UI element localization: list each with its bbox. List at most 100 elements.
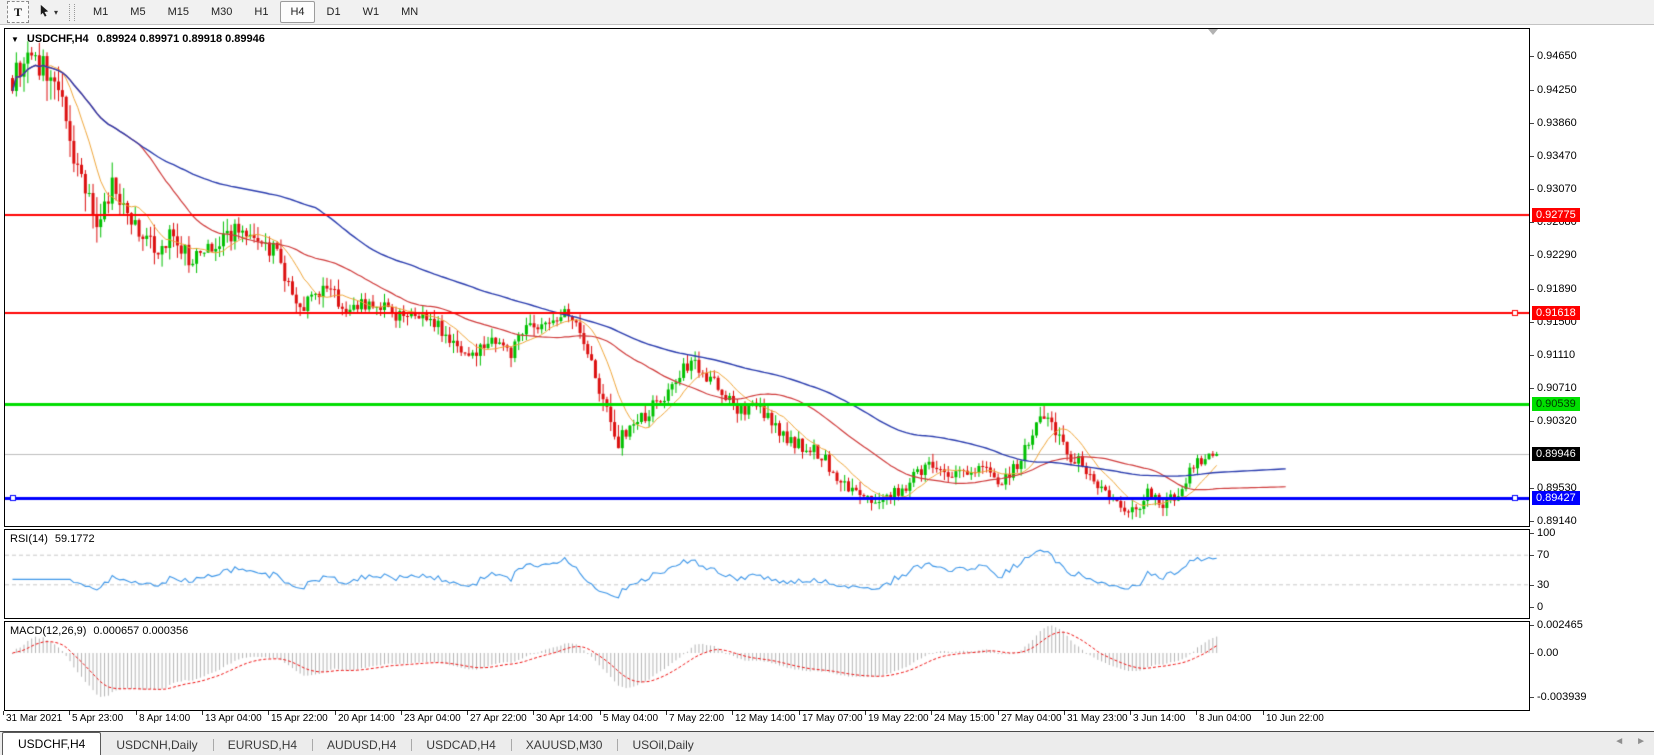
time-axis-tick bbox=[799, 711, 800, 715]
timeframe-button-h1[interactable]: H1 bbox=[244, 1, 278, 23]
chart-tab-eurusd-h4[interactable]: EURUSD,H4 bbox=[212, 735, 312, 755]
time-axis-label: 23 Apr 04:00 bbox=[404, 713, 461, 724]
arrow-tool-icon bbox=[38, 4, 51, 20]
time-axis-tick bbox=[600, 711, 601, 715]
time-axis-tick bbox=[732, 711, 733, 715]
price-level-badge: 0.90539 bbox=[1532, 397, 1580, 411]
time-axis-label: 13 Apr 04:00 bbox=[205, 713, 262, 724]
time-axis-label: 8 Jun 04:00 bbox=[1199, 713, 1252, 724]
timeframe-button-w1[interactable]: W1 bbox=[353, 1, 390, 23]
rsi-axis[interactable]: 100 70 30 0 bbox=[1530, 527, 1654, 619]
chart-ohlc-values: 0.89924 0.89971 0.89918 0.89946 bbox=[96, 33, 265, 45]
macd-current-values: 0.000657 0.000356 bbox=[93, 625, 189, 637]
rsi-canvas[interactable] bbox=[5, 530, 1529, 618]
chevron-down-icon: ▾ bbox=[54, 7, 59, 17]
macd-tick-label: 0.00 bbox=[1530, 647, 1558, 660]
time-axis-tick bbox=[666, 711, 667, 715]
time-axis-tick bbox=[401, 711, 402, 715]
tab-scroll-right-icon[interactable]: ► bbox=[1636, 736, 1646, 747]
tab-scroll-left-icon[interactable]: ◄ bbox=[1614, 736, 1624, 747]
text-tool-button[interactable]: T bbox=[7, 1, 29, 23]
time-axis-label: 19 May 22:00 bbox=[868, 713, 929, 724]
price-level-badge: 0.91618 bbox=[1532, 306, 1580, 320]
time-axis-label: 31 Mar 2021 bbox=[6, 713, 63, 724]
time-axis-label: 31 May 23:00 bbox=[1067, 713, 1128, 724]
price-tick-label: 0.90710 bbox=[1530, 382, 1577, 395]
chart-tab-usdchf-h4[interactable]: USDCHF,H4 bbox=[2, 732, 102, 755]
arrow-objects-button[interactable]: ▾ bbox=[33, 2, 63, 22]
time-axis-label: 24 May 15:00 bbox=[934, 713, 995, 724]
chart-tab-usdcnh-daily[interactable]: USDCNH,Daily bbox=[101, 735, 212, 755]
time-axis-tick bbox=[3, 711, 4, 715]
rsi-name: RSI(14) bbox=[10, 533, 48, 545]
macd-tick-label: 0.002465 bbox=[1530, 619, 1583, 632]
timeframe-button-m1[interactable]: M1 bbox=[83, 1, 118, 23]
macd-axis[interactable]: 0.002465 0.00 -0.003939 bbox=[1530, 619, 1654, 711]
time-axis-label: 12 May 14:00 bbox=[735, 713, 796, 724]
toolbar-grip bbox=[69, 3, 76, 21]
time-axis-label: 10 Jun 22:00 bbox=[1266, 713, 1324, 724]
time-axis-label: 5 May 04:00 bbox=[603, 713, 659, 724]
rsi-tick-label: 30 bbox=[1530, 579, 1549, 592]
rsi-tick-label: 100 bbox=[1530, 527, 1555, 540]
macd-tick-label: -0.003939 bbox=[1530, 691, 1587, 704]
rsi-current-value: 59.1772 bbox=[54, 533, 95, 545]
chart-shift-marker-icon[interactable] bbox=[1208, 29, 1218, 35]
price-axis[interactable]: 0.94650 0.94250 0.93860 0.93470 0.93070 0.926… bbox=[1530, 28, 1654, 527]
time-axis-label: 8 Apr 14:00 bbox=[139, 713, 191, 724]
chart-title: ▼ USDCHF,H4 0.89924 0.89971 0.89918 0.89… bbox=[11, 33, 265, 45]
macd-label: MACD(12,26,9) 0.000657 0.000356 bbox=[10, 625, 188, 637]
price-tick-label: 0.93860 bbox=[1530, 117, 1577, 130]
time-axis-tick bbox=[865, 711, 866, 715]
chart-tab-usdcad-h4[interactable]: USDCAD,H4 bbox=[411, 735, 510, 755]
time-axis-tick bbox=[335, 711, 336, 715]
time-axis-tick bbox=[998, 711, 999, 715]
timeframe-button-m5[interactable]: M5 bbox=[120, 1, 155, 23]
macd-indicator-pane[interactable]: MACD(12,26,9) 0.000657 0.000356 bbox=[4, 621, 1530, 711]
chart-tab-usoil-daily[interactable]: USOil,Daily bbox=[617, 735, 708, 755]
price-level-badge: 0.92775 bbox=[1532, 208, 1580, 222]
time-axis-label: 20 Apr 14:00 bbox=[338, 713, 395, 724]
rsi-tick-label: 0 bbox=[1530, 601, 1543, 614]
time-axis-label: 15 Apr 22:00 bbox=[271, 713, 328, 724]
chart-tab-xauusd-m30[interactable]: XAUUSD,M30 bbox=[510, 735, 618, 755]
time-axis-tick bbox=[931, 711, 932, 715]
price-tick-label: 0.93070 bbox=[1530, 183, 1577, 196]
time-axis-tick bbox=[202, 711, 203, 715]
timeframe-button-mn[interactable]: MN bbox=[391, 1, 428, 23]
time-axis-tick bbox=[1263, 711, 1264, 715]
macd-canvas[interactable] bbox=[5, 622, 1529, 710]
time-axis-tick bbox=[69, 711, 70, 715]
chart-tab-audusd-h4[interactable]: AUDUSD,H4 bbox=[312, 735, 411, 755]
chart-tab-bar: USDCHF,H4 USDCNH,Daily EURUSD,H4 AUDUSD,H4 U… bbox=[0, 731, 1654, 755]
timeframe-button-h4[interactable]: H4 bbox=[280, 1, 315, 23]
chart-symbol-title: USDCHF,H4 bbox=[26, 33, 89, 45]
timeframe-button-d1[interactable]: D1 bbox=[317, 1, 351, 23]
time-axis-tick bbox=[268, 711, 269, 715]
time-axis-label: 3 Jun 14:00 bbox=[1133, 713, 1186, 724]
price-chart-canvas[interactable] bbox=[5, 29, 1529, 526]
price-tick-label: 0.94250 bbox=[1530, 84, 1577, 97]
price-tick-label: 0.90320 bbox=[1530, 415, 1577, 428]
time-axis-tick bbox=[1196, 711, 1197, 715]
time-axis-label: 30 Apr 14:00 bbox=[536, 713, 593, 724]
price-level-badge: 0.89946 bbox=[1532, 447, 1580, 461]
chart-toolbar: T ▾ M1 M5 M15 M30 H1 H4 D1 W1 MN bbox=[0, 0, 1654, 25]
rsi-tick-label: 70 bbox=[1530, 549, 1549, 562]
price-tick-label: 0.94650 bbox=[1530, 50, 1577, 63]
time-axis-tick bbox=[533, 711, 534, 715]
time-axis-tick bbox=[467, 711, 468, 715]
chart-dropdown-icon[interactable]: ▼ bbox=[11, 35, 19, 44]
timeframe-button-group: M1 M5 M15 M30 H1 H4 D1 W1 MN bbox=[83, 1, 428, 23]
price-chart-pane[interactable]: ▼ USDCHF,H4 0.89924 0.89971 0.89918 0.89… bbox=[4, 28, 1530, 527]
time-axis-label: 27 Apr 22:00 bbox=[470, 713, 527, 724]
rsi-indicator-pane[interactable]: RSI(14) 59.1772 bbox=[4, 529, 1530, 619]
price-tick-label: 0.93470 bbox=[1530, 150, 1577, 163]
price-tick-label: 0.92290 bbox=[1530, 249, 1577, 262]
timeframe-button-m30[interactable]: M30 bbox=[201, 1, 242, 23]
trading-platform-window: T ▾ M1 M5 M15 M30 H1 H4 D1 W1 MN ▼ USDCHF,H4 0.8… bbox=[0, 0, 1654, 755]
timeframe-button-m15[interactable]: M15 bbox=[158, 1, 199, 23]
time-axis-tick bbox=[136, 711, 137, 715]
time-axis-label: 27 May 04:00 bbox=[1001, 713, 1062, 724]
macd-name: MACD(12,26,9) bbox=[10, 625, 87, 637]
